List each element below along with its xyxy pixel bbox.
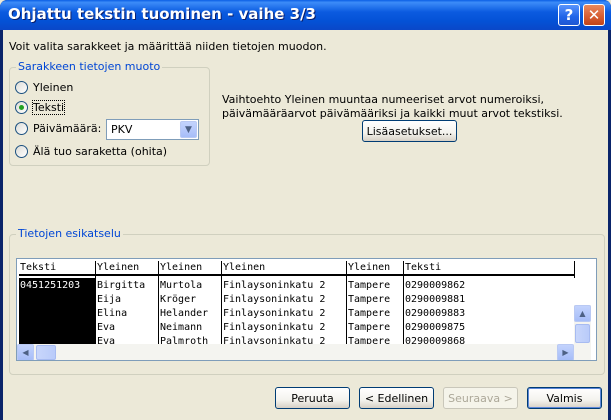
table-cell: Finlaysoninkatu 2: [223, 308, 326, 319]
table-cell: 0290009881: [405, 294, 466, 305]
table-cell: 0451251203: [20, 280, 81, 291]
table-cell: Tampere: [348, 294, 391, 305]
radio-text-circle[interactable]: [15, 101, 28, 114]
radio-general[interactable]: Yleinen: [15, 81, 73, 94]
column-header-4[interactable]: Yleinen: [222, 261, 346, 276]
radio-text-label: Teksti: [31, 100, 66, 115]
cancel-button[interactable]: Peruuta: [275, 387, 350, 409]
scroll-left-icon[interactable]: ◀: [17, 344, 34, 360]
table-cell: Finlaysoninkatu 2: [223, 322, 326, 333]
table-cell: Eija: [97, 294, 122, 305]
radio-date-circle[interactable]: [15, 122, 28, 135]
next-button[interactable]: Seuraava >: [443, 387, 518, 409]
column-format-group-label: Sarakkeen tietojen muoto: [16, 60, 163, 73]
instruction-text: Voit valita sarakkeet ja määrittää niide…: [9, 40, 327, 53]
scroll-up-icon[interactable]: ▲: [574, 305, 591, 322]
radio-text[interactable]: Teksti: [15, 100, 66, 115]
table-cell: Tampere: [348, 322, 391, 333]
window-title: Ohjattu tekstin tuominen - vaihe 3/3: [8, 5, 316, 23]
horizontal-scrollbar[interactable]: ◀ ▶: [17, 344, 574, 360]
table-cell: Murtola: [160, 280, 203, 291]
radio-skip-label: Älä tuo saraketta (ohita): [33, 145, 168, 158]
column-header-1[interactable]: Teksti: [19, 261, 95, 276]
column-separator: [574, 261, 575, 278]
table-cell: Finlaysoninkatu 2: [223, 280, 326, 291]
radio-general-label: Yleinen: [33, 81, 74, 94]
table-cell: Elina: [97, 308, 128, 319]
table-cell: [19, 321, 95, 335]
table-cell: [19, 293, 95, 307]
advanced-button[interactable]: Lisäasetukset...: [362, 120, 457, 142]
table-cell: Helander: [160, 308, 209, 319]
data-preview-group-label: Tietojen esikatselu: [16, 227, 123, 240]
radio-skip-circle[interactable]: [15, 145, 28, 158]
column-header-5[interactable]: Yleinen: [347, 261, 403, 276]
wizard-window: Ohjattu tekstin tuominen - vaihe 3/3 ? ✕…: [0, 0, 611, 420]
table-cell: 0290009862: [405, 280, 466, 291]
date-format-select[interactable]: PKV ▼: [106, 119, 199, 140]
table-cell: 0290009883: [405, 308, 466, 319]
column-header-2[interactable]: Yleinen: [96, 261, 158, 276]
help-icon: ?: [564, 6, 574, 24]
radio-date-label: Päivämäärä:: [33, 122, 102, 135]
data-preview-grid[interactable]: Teksti Yleinen Yleinen Yleinen Yleinen T…: [16, 258, 597, 361]
chevron-down-icon[interactable]: ▼: [180, 121, 197, 138]
finish-button[interactable]: Valmis: [527, 387, 602, 409]
table-cell: Neimann: [160, 322, 203, 333]
table-cell: Eva: [97, 322, 116, 333]
scroll-right-icon[interactable]: ▶: [557, 344, 574, 360]
table-cell: Finlaysoninkatu 2: [223, 294, 326, 305]
radio-general-circle[interactable]: [15, 81, 28, 94]
radio-date[interactable]: Päivämäärä:: [15, 122, 101, 135]
format-description: Vaihtoehto Yleinen muuntaa numeeriset ar…: [222, 93, 563, 120]
vertical-scrollbar[interactable]: ▲ ▼: [574, 305, 591, 360]
date-format-value: PKV: [111, 123, 133, 136]
horizontal-scroll-thumb[interactable]: [36, 345, 56, 360]
title-bar[interactable]: Ohjattu tekstin tuominen - vaihe 3/3 ? ✕: [0, 0, 611, 30]
table-cell: Kröger: [160, 294, 197, 305]
table-cell: [19, 307, 95, 321]
table-cell: 0290009875: [405, 322, 466, 333]
close-icon: ✕: [587, 6, 601, 24]
table-cell: Tampere: [348, 280, 391, 291]
column-header-3[interactable]: Yleinen: [159, 261, 221, 276]
close-button[interactable]: ✕: [583, 4, 605, 26]
back-button[interactable]: < Edellinen: [359, 387, 434, 409]
table-cell: Tampere: [348, 308, 391, 319]
table-cell: Birgitta: [97, 280, 146, 291]
dialog-body: Voit valita sarakkeet ja määrittää niide…: [3, 30, 608, 420]
column-header-6[interactable]: Teksti: [404, 261, 574, 276]
column-format-group: Sarakkeen tietojen muoto Yleinen Teksti …: [9, 60, 210, 166]
vertical-scroll-thumb[interactable]: [575, 324, 590, 343]
radio-skip[interactable]: Älä tuo saraketta (ohita): [15, 145, 167, 158]
help-button[interactable]: ?: [558, 4, 580, 26]
